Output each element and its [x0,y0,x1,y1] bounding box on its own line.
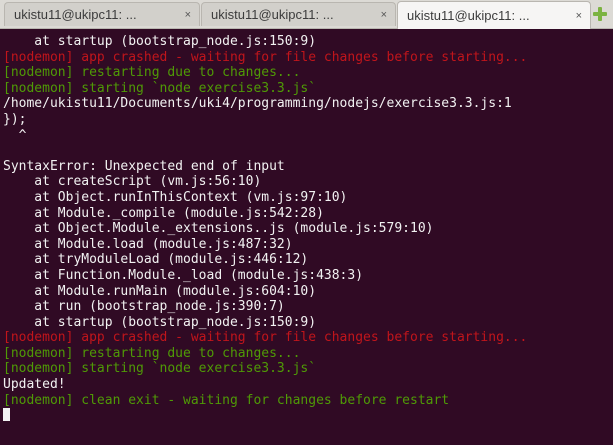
close-icon[interactable]: × [576,10,582,22]
close-icon[interactable]: × [381,9,387,21]
tab-title: ukistu11@ukipc11: ... [14,7,137,22]
terminal-line: at Object.Module._extensions..js (module… [3,221,434,237]
cursor [3,408,10,422]
terminal-line: at createScript (vm.js:56:10) [3,174,262,190]
terminal-line: Updated! [3,377,66,393]
terminal-window: ukistu11@ukipc11: ... × ukistu11@ukipc11… [0,0,613,445]
tab-bar: ukistu11@ukipc11: ... × ukistu11@ukipc11… [0,0,613,29]
terminal-output[interactable]: at startup (bootstrap_node.js:150:9) [nod… [0,29,613,445]
terminal-line: at startup (bootstrap_node.js:150:9) [3,314,317,330]
terminal-line: at Object.runInThisContext (vm.js:97:10) [3,189,348,205]
terminal-line: SyntaxError: Unexpected end of input [3,158,285,174]
terminal-line: /home/ukistu11/Documents/uki4/programmin… [3,96,512,112]
terminal-line: at Module._compile (module.js:542:28) [3,205,324,221]
terminal-line: at tryModuleLoad (module.js:446:12) [3,252,309,268]
terminal-line: at startup (bootstrap_node.js:150:9) [3,34,317,49]
terminal-line: [nodemon] restarting due to changes... [3,345,301,361]
tab-title: ukistu11@ukipc11: ... [407,8,530,23]
prompt-line[interactable] [3,408,613,424]
terminal-line: [nodemon] clean exit - waiting for chang… [3,392,450,408]
plus-icon[interactable] [591,5,609,23]
terminal-line: at Module.runMain (module.js:604:10) [3,283,317,299]
tab-1[interactable]: ukistu11@ukipc11: ... × [4,2,200,26]
terminal-line: [nodemon] app crashed - waiting for file… [3,330,528,346]
terminal-line: }); [3,111,27,127]
close-icon[interactable]: × [185,9,191,21]
terminal-line: [nodemon] restarting due to changes... [3,65,301,81]
tab-3[interactable]: ukistu11@ukipc11: ... × [397,1,591,29]
tab-2[interactable]: ukistu11@ukipc11: ... × [201,2,396,26]
terminal-line: [nodemon] starting `node exercise3.3.js` [3,361,317,377]
tab-title: ukistu11@ukipc11: ... [211,7,334,22]
terminal-line: [nodemon] starting `node exercise3.3.js` [3,80,317,96]
terminal-line: ^ [3,127,27,143]
terminal-line: [nodemon] app crashed - waiting for file… [3,49,528,65]
terminal-line: at run (bootstrap_node.js:390:7) [3,299,285,315]
terminal-line: at Module.load (module.js:487:32) [3,236,293,252]
terminal-line: at Function.Module._load (module.js:438:… [3,267,364,283]
